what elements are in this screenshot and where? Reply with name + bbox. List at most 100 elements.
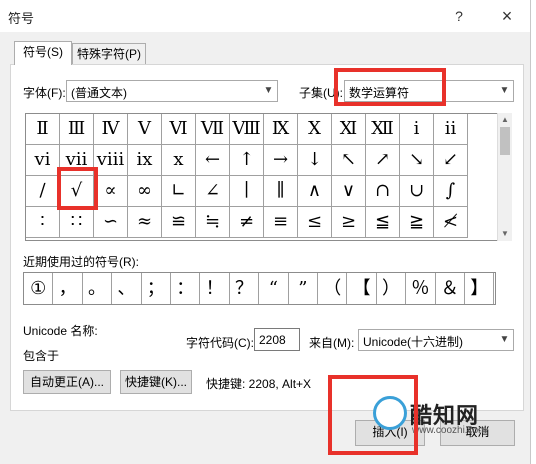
symbol-cell[interactable]: ∕: [26, 176, 60, 207]
recent-symbol-cell[interactable]: ，: [53, 273, 83, 304]
symbol-cell[interactable]: ⅰ: [400, 114, 434, 145]
subset-label: 子集(U):: [299, 86, 343, 100]
symbol-cell[interactable]: ⅸ: [128, 145, 162, 176]
watermark-logo-icon: [373, 396, 407, 430]
symbol-cell[interactable]: Ⅸ: [264, 114, 298, 145]
symbol-cell[interactable]: ⅶ: [60, 145, 94, 176]
symbol-cell[interactable]: Ⅻ: [366, 114, 400, 145]
symbol-grid-scrollbar[interactable]: ▲ ▼: [497, 113, 512, 241]
scroll-down-icon[interactable]: ▼: [498, 227, 512, 241]
symbol-cell[interactable]: ∣: [230, 176, 264, 207]
symbol-cell[interactable]: ∫: [434, 176, 468, 207]
help-button[interactable]: ?: [436, 0, 482, 32]
tab-special-characters[interactable]: 特殊字符(P): [72, 43, 146, 65]
symbol-cell[interactable]: √: [60, 176, 94, 207]
symbol-cell[interactable]: ∧: [298, 176, 332, 207]
recent-symbol-cell[interactable]: 【: [347, 273, 377, 304]
symbol-cell[interactable]: ↙: [434, 145, 468, 176]
symbol-cell[interactable]: ⅱ: [434, 114, 468, 145]
watermark-url: www.coozhi.com: [412, 425, 487, 436]
symbol-cell[interactable]: ⅷ: [94, 145, 128, 176]
symbol-cell[interactable]: ∩: [366, 176, 400, 207]
symbol-cell[interactable]: ↑: [230, 145, 264, 176]
recent-symbol-cell[interactable]: ”: [289, 273, 318, 304]
symbol-cell[interactable]: ≤: [298, 207, 332, 238]
scroll-up-icon[interactable]: ▲: [498, 113, 512, 127]
symbol-cell[interactable]: ∞: [128, 176, 162, 207]
symbol-cell[interactable]: ∽: [94, 207, 128, 238]
symbol-cell[interactable]: Ⅴ: [128, 114, 162, 145]
recent-symbol-cell[interactable]: 】: [465, 273, 495, 304]
chevron-down-icon: ▼: [499, 334, 510, 345]
symbol-cell[interactable]: ∟: [162, 176, 196, 207]
symbol-cell[interactable]: Ⅵ: [162, 114, 196, 145]
symbol-cell[interactable]: ∪: [400, 176, 434, 207]
tab-symbols[interactable]: 符号(S): [14, 41, 72, 65]
recent-symbol-cell[interactable]: 、: [112, 273, 142, 304]
subset-select[interactable]: 数学运算符 ▼: [344, 80, 514, 102]
recent-symbol-cell[interactable]: ！: [200, 273, 230, 304]
symbol-cell[interactable]: ≌: [162, 207, 196, 238]
unicode-name-label: Unicode 名称:: [23, 324, 98, 338]
chevron-down-icon: ▼: [263, 85, 274, 96]
symbol-grid: Ⅱ Ⅲ Ⅳ Ⅴ Ⅵ Ⅶ Ⅷ Ⅸ Ⅹ Ⅺ Ⅻⅰ ⅱ ⅵ ⅶ ⅷ ⅸ ⅹ ← ↑ → ↓ ↖ ↗ ↘ ↙ ∕ √ ∝ ∞ ∟ ∠ ∣ ∥ ∧ ∨ ∩ ∪ ∫ ∶…: [25, 113, 498, 241]
symbol-cell[interactable]: ↘: [400, 145, 434, 176]
symbol-cell[interactable]: ∨: [332, 176, 366, 207]
symbol-cell[interactable]: ↓: [298, 145, 332, 176]
symbol-cell[interactable]: ∝: [94, 176, 128, 207]
symbol-cell[interactable]: ≦: [366, 207, 400, 238]
autocorrect-button[interactable]: 自动更正(A)...: [23, 370, 111, 394]
from-label: 来自(M):: [309, 336, 355, 350]
symbol-cell[interactable]: ⅹ: [162, 145, 196, 176]
from-select[interactable]: Unicode(十六进制) ▼: [358, 329, 514, 351]
symbol-dialog: 符号 ? × 符号(S) 特殊字符(P) 字体(F): (普通文本) ▼ 子集(…: [0, 0, 531, 464]
symbol-cell[interactable]: ≒: [196, 207, 230, 238]
unicode-name-value: 包含于: [23, 349, 60, 363]
chevron-down-icon: ▼: [499, 85, 510, 96]
symbol-cell[interactable]: Ⅷ: [230, 114, 264, 145]
recent-symbol-cell[interactable]: ％: [406, 273, 436, 304]
recent-symbol-cell[interactable]: 。: [83, 273, 113, 304]
symbol-cell[interactable]: ←: [196, 145, 230, 176]
close-button[interactable]: ×: [484, 0, 530, 32]
symbol-cell[interactable]: Ⅺ: [332, 114, 366, 145]
shortcut-key-button[interactable]: 快捷键(K)...: [120, 370, 192, 394]
recent-symbol-cell[interactable]: ）: [377, 273, 407, 304]
symbol-cell[interactable]: ∥: [264, 176, 298, 207]
symbol-cell[interactable]: Ⅶ: [196, 114, 230, 145]
symbol-cell[interactable]: ≮: [434, 207, 468, 238]
char-code-field[interactable]: 2208: [254, 328, 300, 351]
symbol-cell[interactable]: ≡: [264, 207, 298, 238]
font-select[interactable]: (普通文本) ▼: [66, 80, 278, 102]
symbol-cell[interactable]: Ⅳ: [94, 114, 128, 145]
recent-symbols-grid: ①，。、；：！？ “” （【）％＆】: [23, 272, 496, 305]
recent-symbol-cell[interactable]: ？: [230, 273, 260, 304]
symbol-cell[interactable]: ≥: [332, 207, 366, 238]
recent-symbol-cell[interactable]: ①: [24, 273, 54, 304]
recent-symbols-label: 近期使用过的符号(R):: [23, 255, 139, 269]
symbol-cell[interactable]: ↖: [332, 145, 366, 176]
recent-symbol-cell[interactable]: ＆: [436, 273, 465, 304]
symbol-cell[interactable]: ≈: [128, 207, 162, 238]
symbol-cell[interactable]: ∶: [26, 207, 60, 238]
symbol-cell[interactable]: Ⅱ: [26, 114, 60, 145]
symbol-cell[interactable]: ⅵ: [26, 145, 60, 176]
symbol-cell[interactable]: ≠: [230, 207, 264, 238]
symbol-cell[interactable]: Ⅲ: [60, 114, 94, 145]
symbol-cell[interactable]: Ⅹ: [298, 114, 332, 145]
font-label: 字体(F):: [23, 86, 66, 100]
symbol-cell[interactable]: ≧: [400, 207, 434, 238]
scroll-thumb[interactable]: [500, 127, 510, 155]
symbol-cell[interactable]: →: [264, 145, 298, 176]
title-bar: 符号 ? ×: [0, 0, 530, 32]
recent-symbol-cell[interactable]: ：: [171, 273, 201, 304]
symbol-cell[interactable]: ↗: [366, 145, 400, 176]
recent-symbol-cell[interactable]: ；: [142, 273, 171, 304]
char-code-label: 字符代码(C):: [186, 336, 254, 350]
subset-select-value: 数学运算符: [349, 86, 410, 100]
symbol-cell[interactable]: ∷: [60, 207, 94, 238]
recent-symbol-cell[interactable]: “: [259, 273, 289, 304]
recent-symbol-cell[interactable]: （: [318, 273, 348, 304]
symbol-cell[interactable]: ∠: [196, 176, 230, 207]
char-code-value: 2208: [259, 333, 286, 347]
